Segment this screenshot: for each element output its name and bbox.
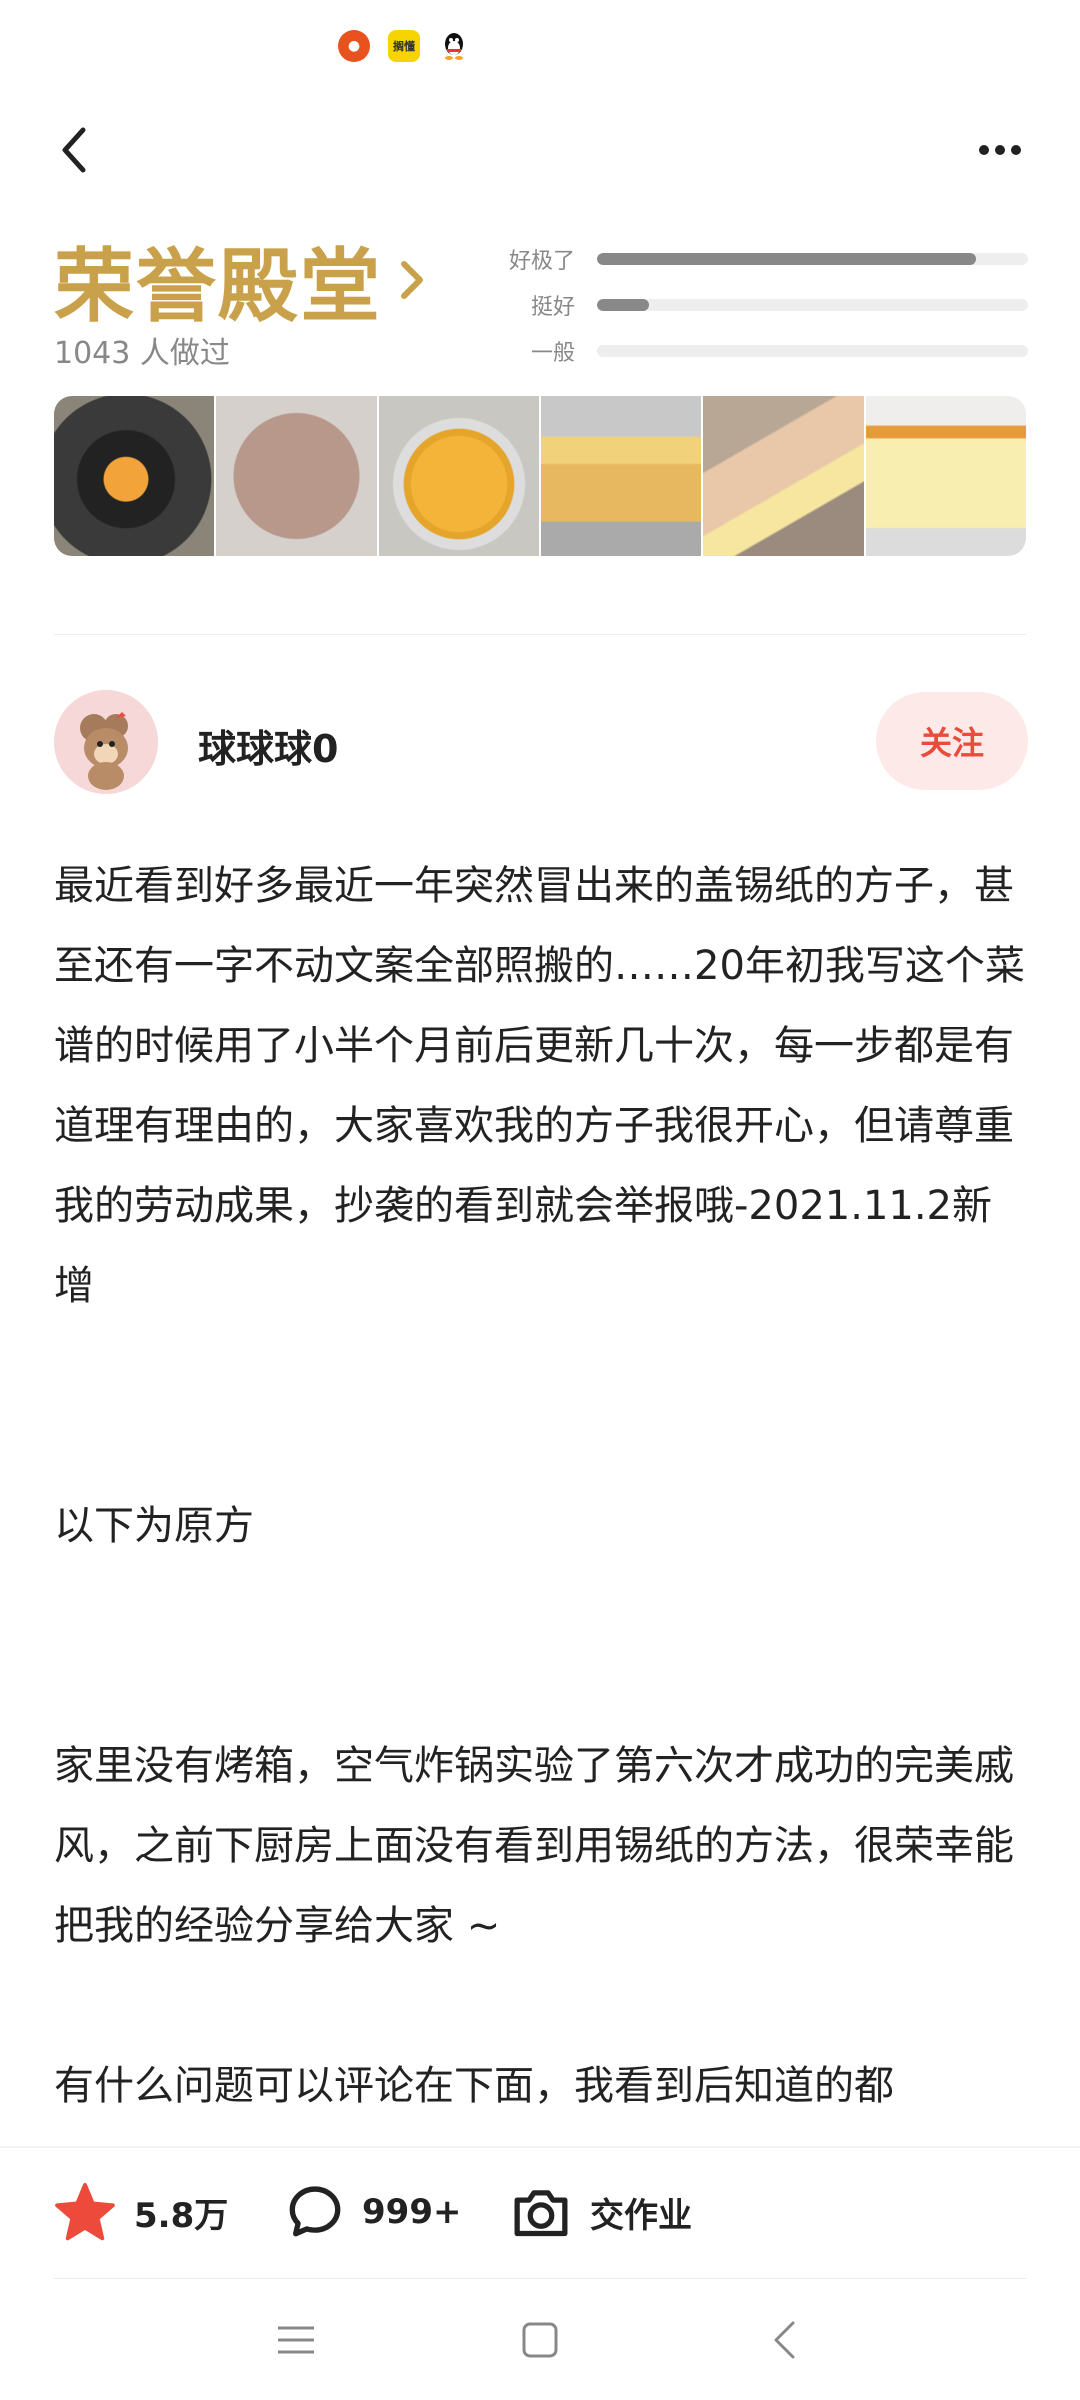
rating-label: 一般 <box>530 341 575 366</box>
more-button[interactable] <box>970 130 1030 170</box>
photo-cake-top[interactable] <box>216 396 377 556</box>
rating-row-average: 一般 <box>480 328 1028 374</box>
rating-bar-track <box>597 345 1028 357</box>
content-paragraph: 以下为原方 <box>54 1503 254 1549</box>
photo-air-fryer-cake[interactable] <box>54 396 215 556</box>
author-avatar[interactable] <box>54 690 158 794</box>
photo-cake-on-rack[interactable] <box>540 396 702 556</box>
rating-row-good: 挺好 <box>480 282 1028 328</box>
rating-label: 挺好 <box>530 295 575 320</box>
bottom-divider <box>54 2278 1026 2279</box>
more-dots-icon <box>979 145 1021 155</box>
made-count: 1043 人做过 <box>54 336 230 371</box>
rating-distribution: 好极了 挺好 一般 <box>480 236 1028 374</box>
rating-bar-track <box>597 253 1028 265</box>
system-back-button[interactable] <box>754 2310 814 2370</box>
status-bar-icons: ● 搁懂 <box>338 30 470 62</box>
section-divider <box>54 634 1026 635</box>
cook-photos-strip[interactable] <box>54 396 1026 556</box>
content-paragraph: 家里没有烤箱，空气炸锅实验了第六次才成功的完美戚风，之前下厨房上面没有看到用锡纸… <box>54 1743 1014 1949</box>
comment-bubble-icon <box>289 2186 341 2237</box>
content-paragraph: 有什么问题可以评论在下面，我看到后知道的都 <box>54 2063 894 2109</box>
rating-bar-fill <box>597 253 977 265</box>
submit-homework-label: 交作业 <box>590 2195 692 2236</box>
chevron-left-icon <box>62 127 86 173</box>
home-square-icon <box>522 2322 558 2358</box>
comment-count: 999+ <box>362 2192 462 2232</box>
star-icon <box>55 2182 115 2241</box>
submit-homework-button[interactable]: 交作业 <box>510 2180 692 2244</box>
rating-row-excellent: 好极了 <box>480 236 1028 282</box>
system-home-button[interactable] <box>510 2310 570 2370</box>
favorite-button[interactable]: 5.8万 <box>54 2180 228 2244</box>
menu-icon <box>278 2326 314 2354</box>
follow-button[interactable]: 关注 <box>876 692 1028 790</box>
rating-bar-fill <box>597 299 649 311</box>
back-triangle-icon <box>774 2321 795 2359</box>
comment-button[interactable]: 999+ <box>286 2180 461 2244</box>
photo-cake-slice-hand[interactable] <box>703 396 864 556</box>
author-name[interactable]: 球球球0 <box>198 718 338 773</box>
rating-label: 好极了 <box>508 249 575 274</box>
qq-icon <box>438 30 470 62</box>
recipe-description: 最近看到好多最近一年突然冒出来的盖锡纸的方子，甚至还有一字不动文案全部照搬的……… <box>54 846 1026 2126</box>
back-button[interactable] <box>50 120 98 180</box>
chevron-right-icon <box>401 261 423 299</box>
yellow-app-icon: 搁懂 <box>388 30 420 62</box>
honor-hall-title: 荣誉殿堂 <box>54 240 382 333</box>
favorite-count: 5.8万 <box>134 2195 229 2236</box>
rating-bar-track <box>597 299 1028 311</box>
camera-icon <box>514 2190 568 2237</box>
content-paragraph: 最近看到好多最近一年突然冒出来的盖锡纸的方子，甚至还有一字不动文案全部照搬的……… <box>54 863 1025 1309</box>
honor-hall-link[interactable]: 荣誉殿堂 <box>54 222 426 338</box>
system-menu-button[interactable] <box>266 2310 326 2370</box>
app-notification-icon: ● <box>338 30 370 62</box>
photo-orange-cake[interactable] <box>378 396 539 556</box>
photo-sponge-cake-cut[interactable] <box>865 396 1026 556</box>
